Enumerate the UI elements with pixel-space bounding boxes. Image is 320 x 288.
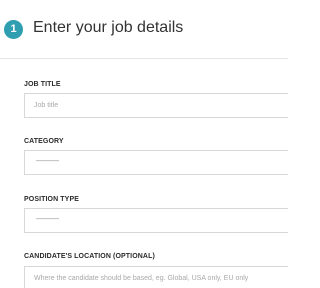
category-label: CATEGORY: [24, 138, 64, 145]
job-details-form: 1 Enter your job details JOB TITLE Job t…: [0, 0, 288, 288]
job-title-input[interactable]: Job title: [24, 93, 288, 118]
position-type-label: POSITION TYPE: [24, 196, 79, 203]
position-type-selected-value: ———: [36, 214, 59, 223]
job-title-placeholder: Job title: [34, 102, 59, 109]
position-type-select[interactable]: ———: [24, 208, 288, 233]
step-title: Enter your job details: [33, 19, 184, 36]
step-header: 1 Enter your job details: [0, 0, 288, 59]
job-title-label: JOB TITLE: [24, 81, 61, 88]
step-number-badge: 1: [4, 20, 23, 39]
candidate-location-input[interactable]: Where the candidate should be based, eg.…: [24, 266, 288, 288]
candidate-location-placeholder: Where the candidate should be based, eg.…: [34, 275, 249, 282]
category-select[interactable]: ———: [24, 150, 288, 175]
candidate-location-label: CANDIDATE'S LOCATION (OPTIONAL): [24, 253, 155, 260]
category-selected-value: ———: [36, 156, 59, 165]
